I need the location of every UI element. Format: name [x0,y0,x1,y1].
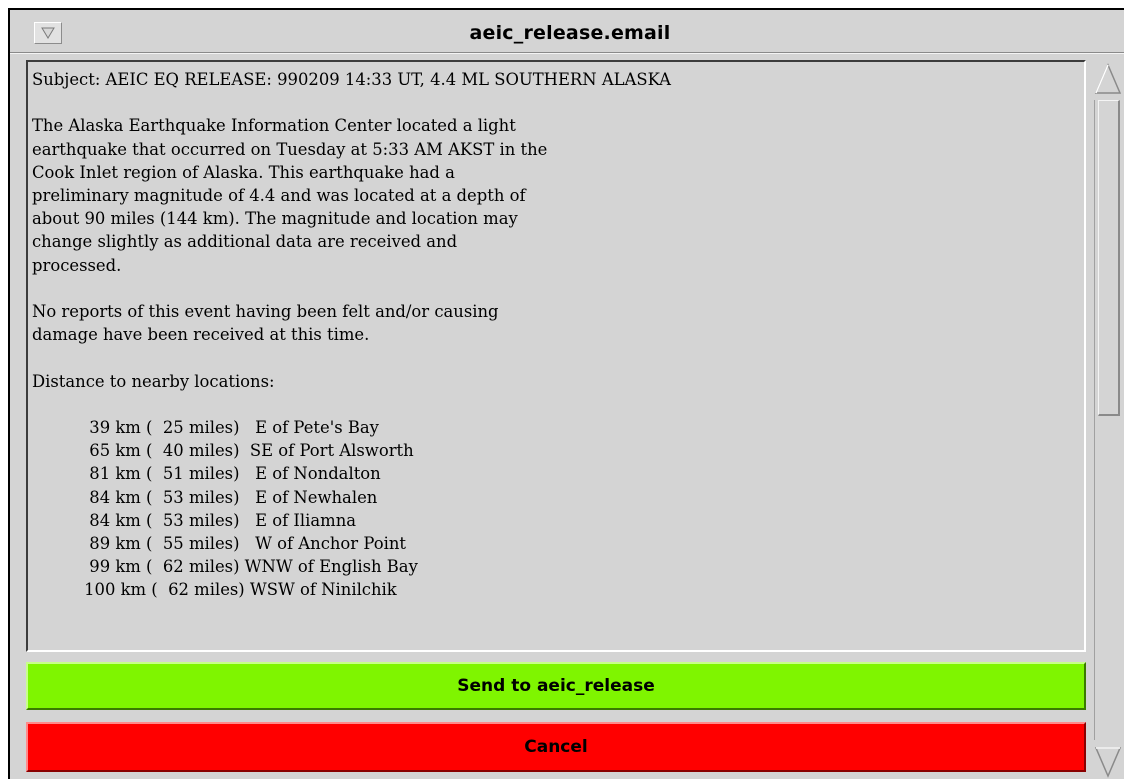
email-line: damage have been received at this time. [32,325,370,345]
email-text-area[interactable]: Subject: AEIC EQ RELEASE: 990209 14:33 U… [26,60,1086,652]
email-line: 81 km ( 51 miles) E of Nondalton [32,464,381,484]
email-line [32,277,671,300]
email-line [32,346,671,369]
email-line: No reports of this event having been fel… [32,302,499,321]
email-line: Cook Inlet region of Alaska. This earthq… [32,162,455,182]
email-line: 65 km ( 40 miles) SE of Port Alsworth [32,441,414,461]
email-window: aeic_release.email Subject: AEIC EQ RELE… [8,8,1124,779]
email-line: Distance to nearby locations: [32,371,275,391]
email-line: processed. [32,255,122,275]
email-line: about 90 miles (144 km). The magnitude a… [32,209,518,229]
vertical-scrollbar[interactable] [1092,62,1124,779]
title-divider [10,52,1124,54]
scroll-up-arrow-icon[interactable] [1094,62,1122,96]
email-line [32,91,671,114]
cancel-button[interactable]: Cancel [26,722,1086,772]
send-button[interactable]: Send to aeic_release [26,662,1086,710]
email-line: earthquake that occurred on Tuesday at 5… [32,139,548,159]
window-title: aeic_release.email [469,22,671,44]
email-line: Subject: AEIC EQ RELEASE: 990209 14:33 U… [32,70,672,89]
email-line: 99 km ( 62 miles) WNW of English Bay [32,557,418,577]
email-body: Subject: AEIC EQ RELEASE: 990209 14:33 U… [32,68,671,602]
title-bar[interactable]: aeic_release.email [10,16,1124,60]
email-line [32,393,671,416]
email-line: change slightly as additional data are r… [32,232,458,252]
email-line: preliminary magnitude of 4.4 and was loc… [32,186,526,205]
email-line: The Alaska Earthquake Information Center… [32,116,516,136]
scrollbar-thumb[interactable] [1098,100,1120,416]
scroll-down-arrow-icon[interactable] [1094,745,1122,779]
email-line: 89 km ( 55 miles) W of Anchor Point [32,534,406,553]
email-line: 84 km ( 53 miles) E of Newhalen [32,487,378,507]
email-line: 84 km ( 53 miles) E of Iliamna [32,510,357,530]
email-line: 100 km ( 62 miles) WSW of Ninilchik [32,580,397,600]
email-line: 39 km ( 25 miles) E of Pete's Bay [32,417,379,437]
